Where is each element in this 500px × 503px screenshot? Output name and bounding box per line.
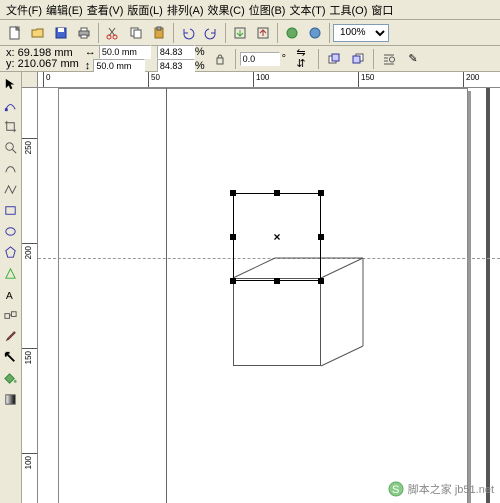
scale-x-field[interactable]: [157, 45, 195, 59]
menu-layout[interactable]: 版面(L): [125, 0, 164, 20]
menu-arrange[interactable]: 排列(A): [165, 0, 206, 20]
watermark-text: 脚本之家 jb51.net: [408, 481, 494, 497]
handle-mr[interactable]: [318, 234, 324, 240]
polygon-tool-icon[interactable]: [1, 242, 21, 262]
height-icon: ↕: [85, 60, 91, 72]
property-bar: x: 69.198 mm y: 210.067 mm ↔ ↕ % % ° ⇋ ⇵…: [0, 46, 500, 72]
new-icon[interactable]: [4, 22, 26, 44]
width-icon: ↔: [85, 46, 96, 58]
canvas-wrap: 0 50 100 150 200 250 200 150 100: [22, 72, 500, 503]
to-back-icon[interactable]: [347, 48, 369, 70]
freehand-tool-icon[interactable]: [1, 158, 21, 178]
menu-window[interactable]: 窗口: [369, 0, 395, 20]
export-icon[interactable]: [252, 22, 274, 44]
corel-online-icon[interactable]: [304, 22, 326, 44]
shape-tool-icon[interactable]: [1, 95, 21, 115]
handle-ml[interactable]: [230, 234, 236, 240]
watermark: S 脚本之家 jb51.net: [388, 481, 494, 497]
handle-bl[interactable]: [230, 278, 236, 284]
undo-icon[interactable]: [177, 22, 199, 44]
paste-icon[interactable]: [148, 22, 170, 44]
zoom-select[interactable]: 100%: [333, 24, 389, 42]
copy-icon[interactable]: [125, 22, 147, 44]
menu-bitmaps[interactable]: 位图(B): [247, 0, 288, 20]
fill-tool-icon[interactable]: [1, 368, 21, 388]
guideline-vertical[interactable]: [166, 88, 167, 503]
ruler-corner[interactable]: [22, 72, 38, 88]
print-icon[interactable]: [73, 22, 95, 44]
save-icon[interactable]: [50, 22, 72, 44]
handle-bc[interactable]: [274, 278, 280, 284]
lock-ratio-icon[interactable]: [209, 48, 231, 70]
mirror-h-icon[interactable]: ⇋: [290, 48, 312, 59]
basic-shapes-icon[interactable]: [1, 263, 21, 283]
menu-effects[interactable]: 效果(C): [206, 0, 247, 20]
handle-br[interactable]: [318, 278, 324, 284]
selection-center-mark: ×: [273, 230, 280, 244]
rectangle-tool-icon[interactable]: [1, 200, 21, 220]
to-front-icon[interactable]: [323, 48, 345, 70]
mirror-buttons: ⇋ ⇵: [288, 48, 314, 70]
smart-drawing-icon[interactable]: [1, 179, 21, 199]
open-icon[interactable]: [27, 22, 49, 44]
scale-y-field[interactable]: [157, 59, 195, 73]
zoom-tool-icon[interactable]: [1, 137, 21, 157]
handle-tr[interactable]: [318, 190, 324, 196]
y-value: 210.067 mm: [18, 58, 79, 70]
menu-tools[interactable]: 工具(O): [328, 0, 370, 20]
handle-tl[interactable]: [230, 190, 236, 196]
menu-file[interactable]: 文件(F): [4, 0, 44, 20]
menu-view[interactable]: 查看(V): [85, 0, 126, 20]
toolbox: A: [0, 72, 22, 503]
scale-coords: % %: [155, 45, 207, 73]
svg-text:A: A: [6, 291, 13, 302]
interactive-blend-icon[interactable]: [1, 305, 21, 325]
outline-tool-icon[interactable]: [1, 347, 21, 367]
menu-text[interactable]: 文本(T): [287, 0, 327, 20]
mirror-v-icon[interactable]: ⇵: [290, 59, 312, 70]
cube-front-face[interactable]: [233, 278, 321, 366]
width-field[interactable]: [99, 45, 151, 59]
drawing-canvas[interactable]: ×: [38, 88, 500, 503]
menubar: 文件(F) 编辑(E) 查看(V) 版面(L) 排列(A) 效果(C) 位图(B…: [0, 0, 500, 20]
y-label: y:: [6, 58, 15, 70]
rotation-field[interactable]: [240, 52, 280, 66]
position-coords: x: 69.198 mm y: 210.067 mm: [4, 48, 81, 70]
eyedropper-tool-icon[interactable]: [1, 326, 21, 346]
import-icon[interactable]: [229, 22, 251, 44]
crop-tool-icon[interactable]: [1, 116, 21, 136]
pick-tool-icon[interactable]: [1, 74, 21, 94]
angle-unit: °: [282, 53, 286, 65]
page-shadow: [486, 88, 490, 503]
ellipse-tool-icon[interactable]: [1, 221, 21, 241]
menu-edit[interactable]: 编辑(E): [44, 0, 85, 20]
convert-to-curves-icon[interactable]: ✎: [402, 48, 424, 70]
svg-text:S: S: [392, 484, 399, 496]
main-toolbar: 100%: [0, 20, 500, 46]
cut-icon[interactable]: [102, 22, 124, 44]
height-field[interactable]: [93, 59, 145, 73]
size-coords: ↔ ↕: [83, 45, 153, 73]
handle-tc[interactable]: [274, 190, 280, 196]
text-tool-icon[interactable]: A: [1, 284, 21, 304]
app-launcher-icon[interactable]: [281, 22, 303, 44]
ruler-horizontal[interactable]: 0 50 100 150 200: [38, 72, 500, 88]
redo-icon[interactable]: [200, 22, 222, 44]
interactive-fill-icon[interactable]: [1, 389, 21, 409]
work-area: A 0 50 100 150 200 250 200 150 100: [0, 72, 500, 503]
ruler-vertical[interactable]: 250 200 150 100: [22, 88, 38, 503]
wrap-text-icon[interactable]: [378, 48, 400, 70]
